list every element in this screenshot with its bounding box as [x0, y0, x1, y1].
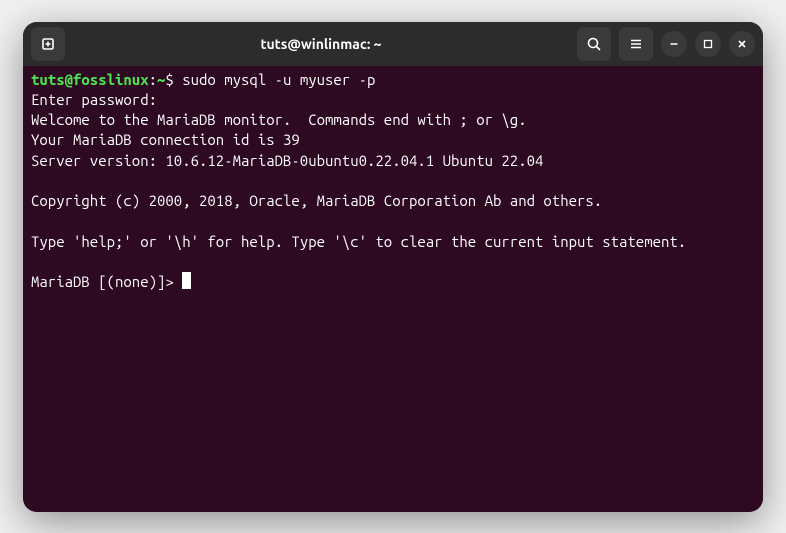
output-line: Your MariaDB connection id is 39: [31, 131, 300, 148]
maximize-button[interactable]: [695, 31, 721, 57]
maximize-icon: [703, 39, 713, 49]
output-line: Welcome to the MariaDB monitor. Commands…: [31, 111, 527, 128]
output-line: Enter password:: [31, 91, 157, 108]
titlebar-left: [31, 27, 65, 61]
command-text: sudo mysql -u myuser -p: [182, 71, 375, 88]
output-line: Type 'help;' or '\h' for help. Type '\c'…: [31, 233, 686, 250]
terminal-body[interactable]: tuts@fosslinux:~$ sudo mysql -u myuser -…: [23, 66, 763, 512]
search-button[interactable]: [577, 27, 611, 61]
menu-button[interactable]: [619, 27, 653, 61]
window-title: tuts@winlinmac: ~: [73, 36, 569, 52]
prompt-dollar: $: [165, 71, 182, 88]
hamburger-icon: [628, 36, 644, 52]
output-line: Copyright (c) 2000, 2018, Oracle, MariaD…: [31, 192, 602, 209]
minimize-icon: [669, 39, 679, 49]
close-icon: [737, 39, 747, 49]
prompt-user: tuts@fosslinux: [31, 71, 149, 88]
titlebar: tuts@winlinmac: ~: [23, 22, 763, 66]
titlebar-right: [577, 27, 755, 61]
close-button[interactable]: [729, 31, 755, 57]
terminal-window: tuts@winlinmac: ~: [23, 22, 763, 512]
mariadb-prompt: MariaDB [(none)]>: [31, 273, 182, 290]
output-line: Server version: 10.6.12-MariaDB-0ubuntu0…: [31, 152, 543, 169]
prompt-sep: :: [149, 71, 157, 88]
cursor: [182, 272, 191, 289]
new-tab-icon: [40, 36, 56, 52]
minimize-button[interactable]: [661, 31, 687, 57]
search-icon: [586, 36, 602, 52]
new-tab-button[interactable]: [31, 27, 65, 61]
